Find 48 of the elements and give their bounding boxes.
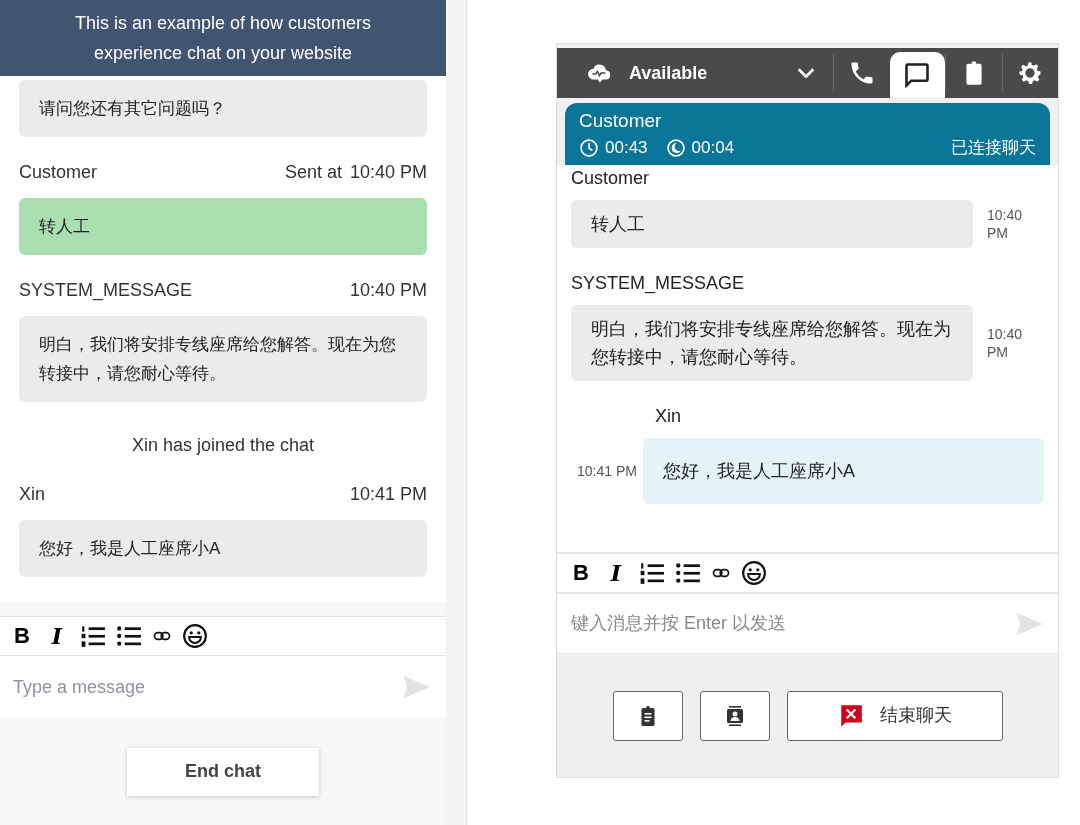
message-field[interactable]: 键入消息并按 Enter 以发送 [571, 610, 1014, 637]
message-bubble: 明白，我们将安排专线座席给您解答。现在为您转接中，请您耐心等待。 [19, 316, 427, 402]
emoji-button[interactable] [182, 623, 208, 649]
bold-button[interactable]: B [569, 562, 593, 584]
chat-event: Xin has joined the chat [130, 434, 316, 457]
chat-bubble-icon [903, 61, 932, 89]
message-bubble: 请问您还有其它问题吗？ [19, 80, 427, 137]
end-chat-button[interactable]: 结束聊天 [786, 690, 1003, 741]
message-bubble: 您好，我是人工座席小A [19, 520, 427, 577]
sent-label: Sent at [284, 161, 342, 184]
message-bubble: 您好，我是人工座席小A [643, 438, 1044, 504]
sender-name: Xin [19, 483, 45, 506]
message-time: 10:40 PM [349, 279, 427, 302]
contact-name: Customer [579, 109, 663, 133]
bullet-list-button[interactable] [116, 623, 142, 649]
sender-name: SYSTEM_MESSAGE [19, 279, 193, 303]
emoji-button[interactable] [741, 560, 767, 586]
message-time: 10:41 PM [576, 462, 638, 480]
message-time: 10:40 PM [986, 325, 1024, 361]
moon-timer-icon [665, 137, 686, 158]
italic-button[interactable]: I [603, 562, 629, 584]
info-banner: This is an example of how customers experience chat on your website [0, 0, 446, 76]
contact-state: 已连接聊天 [951, 137, 1036, 159]
contact-button[interactable] [699, 690, 770, 741]
bold-button[interactable]: B [10, 625, 34, 647]
end-chat-button[interactable]: End chat [127, 747, 319, 796]
message-time: 10:41 PM [349, 483, 427, 506]
contact-duration: 00:43 [605, 137, 648, 159]
chat-tab[interactable] [889, 52, 945, 98]
message-bubble: 转人工 [19, 198, 427, 255]
sender-name: Xin [655, 405, 682, 428]
italic-button[interactable]: I [44, 625, 70, 647]
numbered-list-button[interactable] [639, 560, 665, 586]
message-bubble: 明白，我们将安排专线座席给您解答。现在为您转接中，请您耐心等待。 [571, 305, 973, 381]
message-composer[interactable]: Type a message [0, 656, 446, 718]
clock-icon [579, 137, 599, 158]
task-button[interactable] [612, 690, 683, 741]
message-bubble: 转人工 [571, 200, 973, 248]
message-field[interactable]: Type a message [13, 673, 401, 701]
sender-name: Customer [19, 161, 98, 184]
numbered-list-button[interactable] [80, 623, 106, 649]
sender-name: SYSTEM_MESSAGE [571, 272, 746, 296]
sender-name: Customer [571, 167, 651, 190]
wait-duration: 00:04 [691, 137, 735, 159]
message-composer[interactable]: 键入消息并按 Enter 以发送 [557, 594, 1058, 654]
message-time: 10:40 PM [349, 161, 427, 184]
message-time: 10:40 PM [986, 206, 1024, 242]
bullet-list-button[interactable] [675, 560, 701, 586]
